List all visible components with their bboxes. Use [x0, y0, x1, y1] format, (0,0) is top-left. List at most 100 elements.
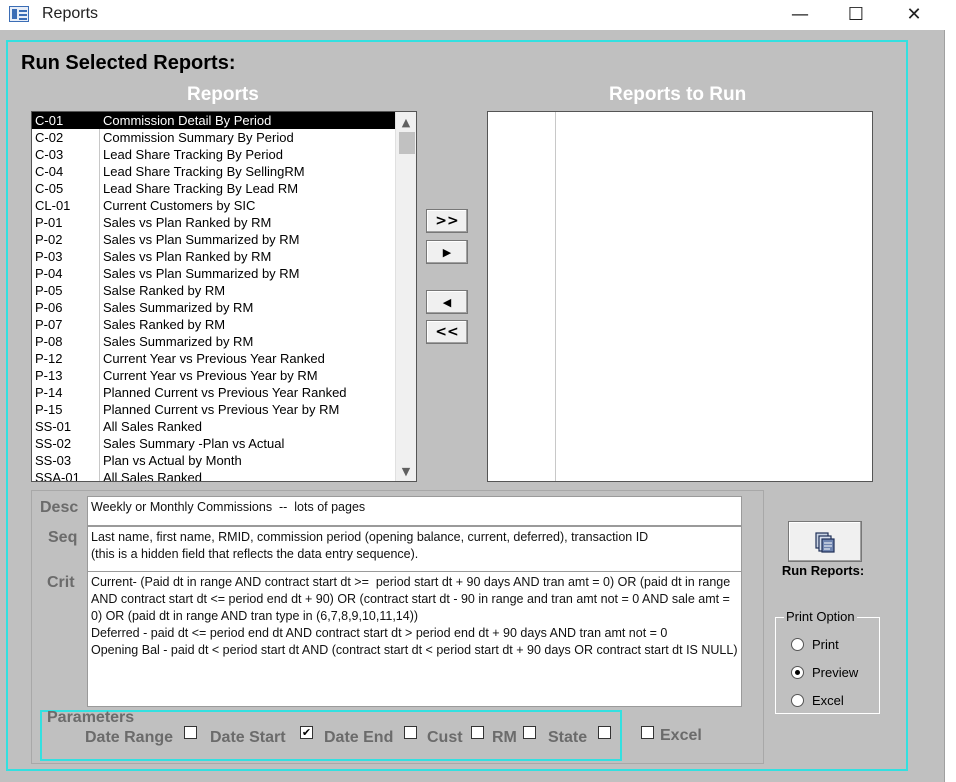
reports-header: Reports — [187, 84, 259, 105]
excel-checkbox[interactable] — [641, 726, 654, 739]
list-item[interactable]: SS-02 Sales Summary -Plan vs Actual — [32, 435, 395, 452]
state-checkbox[interactable] — [598, 726, 611, 739]
reports-to-run-header: Reports to Run — [609, 84, 747, 105]
print-radio[interactable] — [791, 638, 804, 651]
remove-one-button[interactable]: ◀ — [426, 290, 468, 314]
reports-to-run-listbox[interactable] — [487, 111, 873, 482]
list-item[interactable]: P-07 Sales Ranked by RM — [32, 316, 395, 333]
list-item[interactable]: P-15 Planned Current vs Previous Year by … — [32, 401, 395, 418]
scroll-down-icon[interactable]: ▼ — [396, 461, 416, 481]
report-code: C-01 — [35, 113, 64, 128]
list-item[interactable]: C-02 Commission Summary By Period — [32, 129, 395, 146]
list-item[interactable]: C-04 Lead Share Tracking By SellingRM — [32, 163, 395, 180]
report-code: C-03 — [35, 147, 64, 162]
crit-field[interactable]: Current- (Paid dt in range AND contract … — [87, 571, 742, 707]
run-reports-button[interactable] — [788, 521, 862, 562]
window-title: Reports — [42, 5, 99, 22]
list-item[interactable]: P-08 Sales Summarized by RM — [32, 333, 395, 350]
list-item[interactable]: P-12 Current Year vs Previous Year Ranked — [32, 350, 395, 367]
print-option-label: Print — [812, 637, 839, 652]
report-code: P-05 — [35, 283, 63, 298]
list-item[interactable]: P-01 Sales vs Plan Ranked by RM — [32, 214, 395, 231]
list-item[interactable]: SS-03 Plan vs Actual by Month — [32, 452, 395, 469]
report-name: Commission Detail By Period — [103, 113, 272, 128]
preview-radio[interactable] — [791, 666, 804, 679]
crit-label: Crit — [47, 574, 75, 591]
check-mark-icon: ✔ — [301, 726, 312, 739]
add-one-button[interactable]: ▶ — [426, 240, 468, 264]
reports-form: Run Selected Reports: Reports Reports to… — [0, 30, 944, 782]
column-divider — [555, 112, 556, 481]
desc-field[interactable]: Weekly or Monthly Commissions -- lots of… — [87, 496, 742, 526]
print-option-group: Print Option Print Preview Excel — [775, 609, 880, 714]
date-start-checkbox[interactable]: ✔ — [300, 726, 313, 739]
seq-field[interactable]: Last name, first name, RMID, commission … — [87, 526, 742, 572]
report-code: P-01 — [35, 215, 63, 230]
report-code: P-04 — [35, 266, 63, 281]
window-edge — [944, 30, 956, 782]
date-end-checkbox[interactable] — [404, 726, 417, 739]
list-item[interactable]: P-05 Salse Ranked by RM — [32, 282, 395, 299]
print-option-label: Preview — [812, 665, 859, 680]
report-code: SSA-01 — [35, 470, 80, 481]
reports-scrollbar[interactable]: ▲ ▼ — [395, 112, 416, 481]
reports-icon — [815, 531, 835, 553]
list-item[interactable]: P-02 Sales vs Plan Summarized by RM — [32, 231, 395, 248]
list-item[interactable]: P-06 Sales Summarized by RM — [32, 299, 395, 316]
report-name: Sales Ranked by RM — [103, 317, 226, 332]
list-item[interactable]: P-14 Planned Current vs Previous Year Ran… — [32, 384, 395, 401]
report-name: All Sales Ranked — [103, 419, 202, 434]
cust-checkbox[interactable] — [471, 726, 484, 739]
report-code: P-06 — [35, 300, 63, 315]
maximize-button[interactable]: ☐ — [828, 0, 884, 28]
report-code: P-15 — [35, 402, 63, 417]
report-name: Lead Share Tracking By Lead RM — [103, 181, 299, 196]
rm-label: RM — [492, 729, 517, 746]
list-item[interactable]: SS-01 All Sales Ranked — [32, 418, 395, 435]
list-item[interactable]: P-04 Sales vs Plan Summarized by RM — [32, 265, 395, 282]
date-end-label: Date End — [324, 729, 394, 746]
list-item[interactable]: P-13 Current Year vs Previous Year by RM — [32, 367, 395, 384]
add-all-button[interactable]: >> — [426, 209, 468, 233]
report-code: SS-01 — [35, 419, 72, 434]
scroll-thumb[interactable] — [399, 132, 415, 154]
title-bar: Reports — ☐ ✕ — [0, 0, 956, 30]
report-code: C-05 — [35, 181, 64, 196]
report-code: C-04 — [35, 164, 64, 179]
list-item[interactable]: P-03 Sales vs Plan Ranked by RM — [32, 248, 395, 265]
report-name: Current Year vs Previous Year Ranked — [103, 351, 325, 366]
report-name: Sales Summarized by RM — [103, 300, 254, 315]
date-range-label: Date Range — [85, 729, 174, 746]
report-name: Planned Current vs Previous Year Ranked — [103, 385, 347, 400]
remove-all-button[interactable]: << — [426, 320, 468, 344]
report-code: C-02 — [35, 130, 64, 145]
list-item[interactable]: SSA-01 All Sales Ranked — [32, 469, 395, 481]
desc-label: Desc — [40, 499, 79, 516]
reports-listbox[interactable]: C-01 Commission Detail By Period C-02 Commi… — [31, 111, 417, 482]
report-name: Planned Current vs Previous Year by RM — [103, 402, 340, 417]
list-item[interactable]: C-05 Lead Share Tracking By Lead RM — [32, 180, 395, 197]
report-name: Sales Summary -Plan vs Actual — [103, 436, 285, 451]
date-range-checkbox[interactable] — [184, 726, 197, 739]
list-item[interactable]: C-03 Lead Share Tracking By Period — [32, 146, 395, 163]
list-item[interactable]: C-01 Commission Detail By Period — [32, 112, 395, 129]
state-label: State — [548, 729, 588, 746]
report-name: Commission Summary By Period — [103, 130, 294, 145]
report-code: P-14 — [35, 385, 63, 400]
report-code: SS-03 — [35, 453, 72, 468]
report-name: Lead Share Tracking By SellingRM — [103, 164, 305, 179]
report-name: All Sales Ranked — [103, 470, 202, 481]
report-code: SS-02 — [35, 436, 72, 451]
scroll-up-icon[interactable]: ▲ — [396, 112, 416, 132]
report-name: Current Customers by SIC — [103, 198, 256, 213]
list-item[interactable]: CL-01 Current Customers by SIC — [32, 197, 395, 214]
close-button[interactable]: ✕ — [886, 0, 942, 28]
report-code: P-13 — [35, 368, 63, 383]
minimize-button[interactable]: — — [772, 0, 828, 28]
rm-checkbox[interactable] — [523, 726, 536, 739]
report-name: Sales vs Plan Ranked by RM — [103, 249, 272, 264]
page-title: Run Selected Reports: — [21, 52, 236, 74]
excel-radio[interactable] — [791, 694, 804, 707]
excel-label: Excel — [660, 727, 702, 744]
form-icon — [9, 6, 29, 22]
